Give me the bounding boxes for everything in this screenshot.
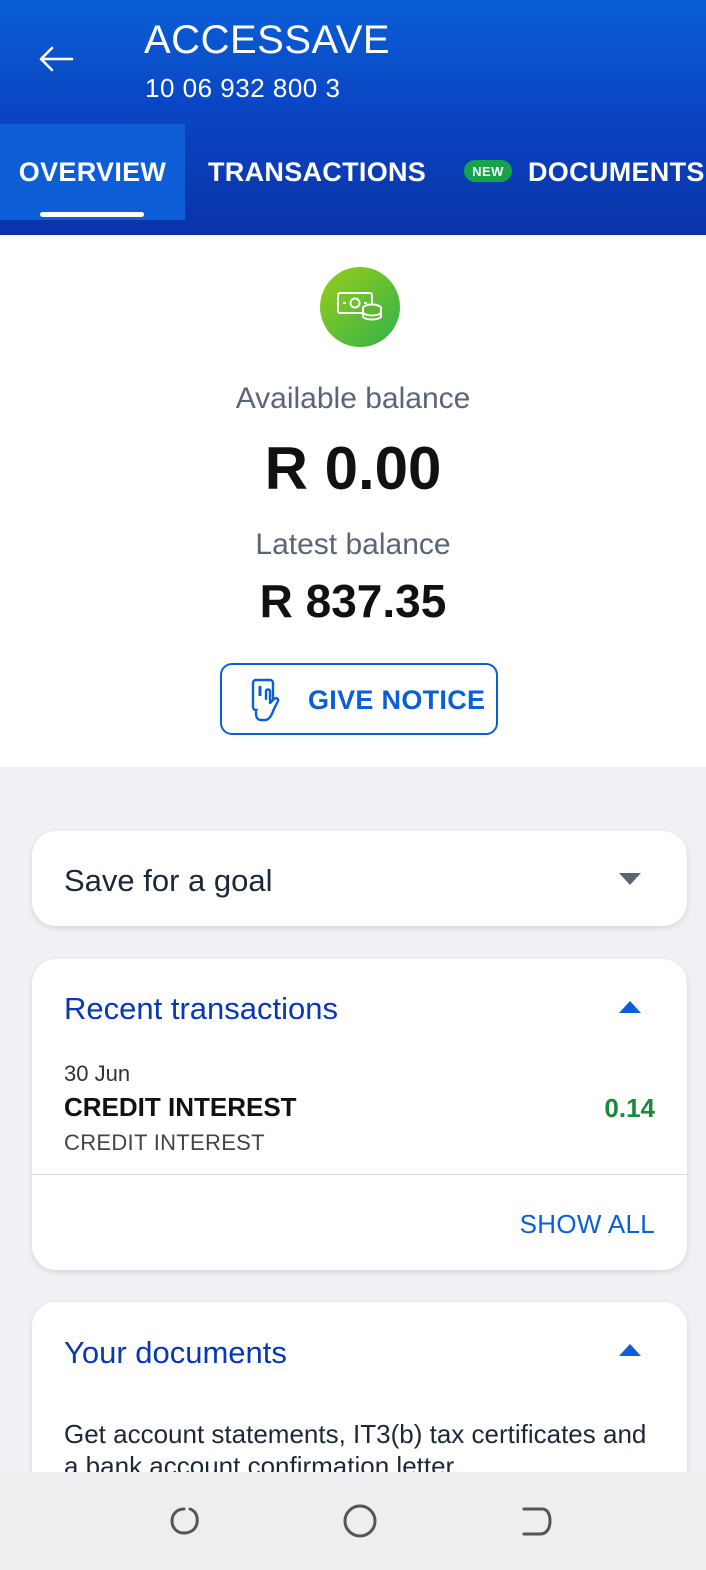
recent-apps-button[interactable]	[164, 1501, 204, 1541]
give-notice-button[interactable]: GIVE NOTICE	[220, 663, 498, 735]
back-nav-icon	[522, 1507, 552, 1536]
back-nav-button[interactable]	[516, 1501, 556, 1541]
active-tab-indicator	[40, 212, 144, 217]
your-documents-title[interactable]: Your documents	[64, 1335, 287, 1371]
back-button[interactable]	[28, 34, 84, 84]
app-header: ACCESSAVE 10 06 932 800 3 OVERVIEW TRANS…	[0, 0, 706, 235]
tab-documents[interactable]: DOCUMENTS	[528, 124, 705, 220]
home-button[interactable]	[340, 1501, 380, 1541]
available-balance-label: Available balance	[235, 382, 471, 415]
available-balance-value: R 0.00	[264, 435, 442, 502]
transaction-description: CREDIT INTEREST	[64, 1130, 265, 1155]
show-all-button[interactable]: SHOW ALL	[520, 1209, 655, 1240]
latest-balance-value: R 837.35	[259, 575, 447, 627]
transaction-title: CREDIT INTEREST	[64, 1092, 297, 1122]
chevron-down-icon[interactable]	[619, 873, 641, 885]
account-title: ACCESSAVE	[144, 18, 391, 62]
chevron-up-icon[interactable]	[619, 1001, 641, 1013]
money-coins-icon	[320, 267, 400, 347]
system-navigation-bar	[0, 1472, 706, 1570]
save-for-goal-card[interactable]: Save for a goal	[32, 831, 687, 926]
recent-transactions-card: Recent transactions 30 Jun CREDIT INTERE…	[32, 959, 687, 1270]
home-circle-icon	[343, 1504, 377, 1538]
transaction-date: 30 Jun	[64, 1061, 131, 1086]
recent-apps-icon	[170, 1507, 199, 1535]
give-notice-label: GIVE NOTICE	[308, 685, 486, 715]
transaction-amount: 0.14	[604, 1093, 655, 1123]
hand-card-icon	[251, 678, 280, 722]
save-for-goal-title: Save for a goal	[64, 863, 273, 898]
new-badge: NEW	[464, 160, 512, 182]
divider	[32, 1174, 687, 1175]
latest-balance-label: Latest balance	[255, 528, 451, 561]
tab-overview[interactable]: OVERVIEW	[0, 124, 185, 220]
tab-transactions[interactable]: TRANSACTIONS	[208, 124, 426, 220]
chevron-up-icon[interactable]	[619, 1344, 641, 1356]
recent-transactions-title[interactable]: Recent transactions	[64, 991, 338, 1027]
arrow-left-icon	[39, 46, 74, 72]
account-number: 10 06 932 800 3	[145, 73, 341, 103]
